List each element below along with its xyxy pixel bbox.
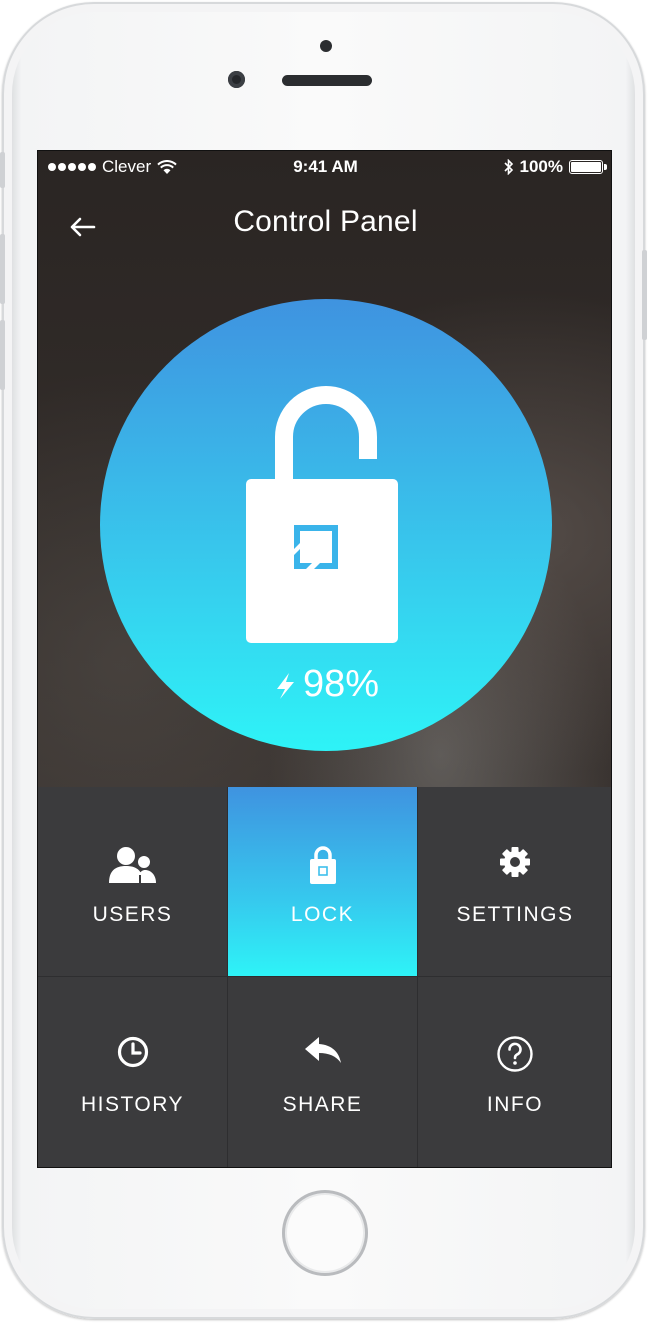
share-icon [304, 1037, 341, 1063]
users-button[interactable]: USERS [38, 787, 228, 977]
lock-icon [309, 846, 336, 884]
front-camera [228, 71, 245, 88]
history-button[interactable]: HISTORY [38, 977, 228, 1167]
power-button [642, 250, 647, 340]
settings-label: SETTINGS [456, 903, 574, 926]
info-button[interactable]: INFO [418, 977, 611, 1167]
padlock-open-icon [246, 386, 398, 643]
settings-button[interactable]: SETTINGS [418, 787, 611, 977]
status-bar: Clever 9:41 AM 100% [38, 151, 611, 181]
lock-battery-level: 98% [100, 663, 552, 706]
earpiece-speaker [282, 75, 372, 86]
question-icon [497, 1036, 533, 1072]
info-label: INFO [486, 1093, 544, 1116]
control-grid: USERS LOCK SETTINGS HISTORY SHARE INFO [38, 787, 611, 1167]
battery-percent: 100% [519, 157, 563, 176]
users-label: USERS [92, 903, 173, 926]
battery-icon [569, 160, 607, 174]
status-right: 100% [503, 157, 607, 177]
page-title: Control Panel [233, 205, 418, 238]
lock-status-button[interactable]: 98% [100, 299, 552, 751]
share-label: SHARE [282, 1093, 363, 1116]
bluetooth-icon [503, 159, 513, 175]
charge-bolt-icon [276, 672, 294, 699]
lock-label: LOCK [290, 903, 355, 926]
lock-battery-text: 98% [302, 663, 380, 705]
screen: Clever 9:41 AM 100% Control Panel 98% US… [37, 150, 612, 1168]
proximity-sensor [320, 40, 332, 52]
clock-icon [117, 1036, 148, 1068]
gear-icon [500, 847, 530, 877]
volume-up-button [0, 234, 5, 304]
lock-button[interactable]: LOCK [228, 787, 418, 977]
volume-down-button [0, 320, 5, 390]
share-button[interactable]: SHARE [228, 977, 418, 1167]
mute-switch [0, 152, 5, 188]
users-icon [108, 847, 156, 883]
history-label: HISTORY [80, 1093, 185, 1116]
home-button[interactable] [282, 1190, 368, 1276]
